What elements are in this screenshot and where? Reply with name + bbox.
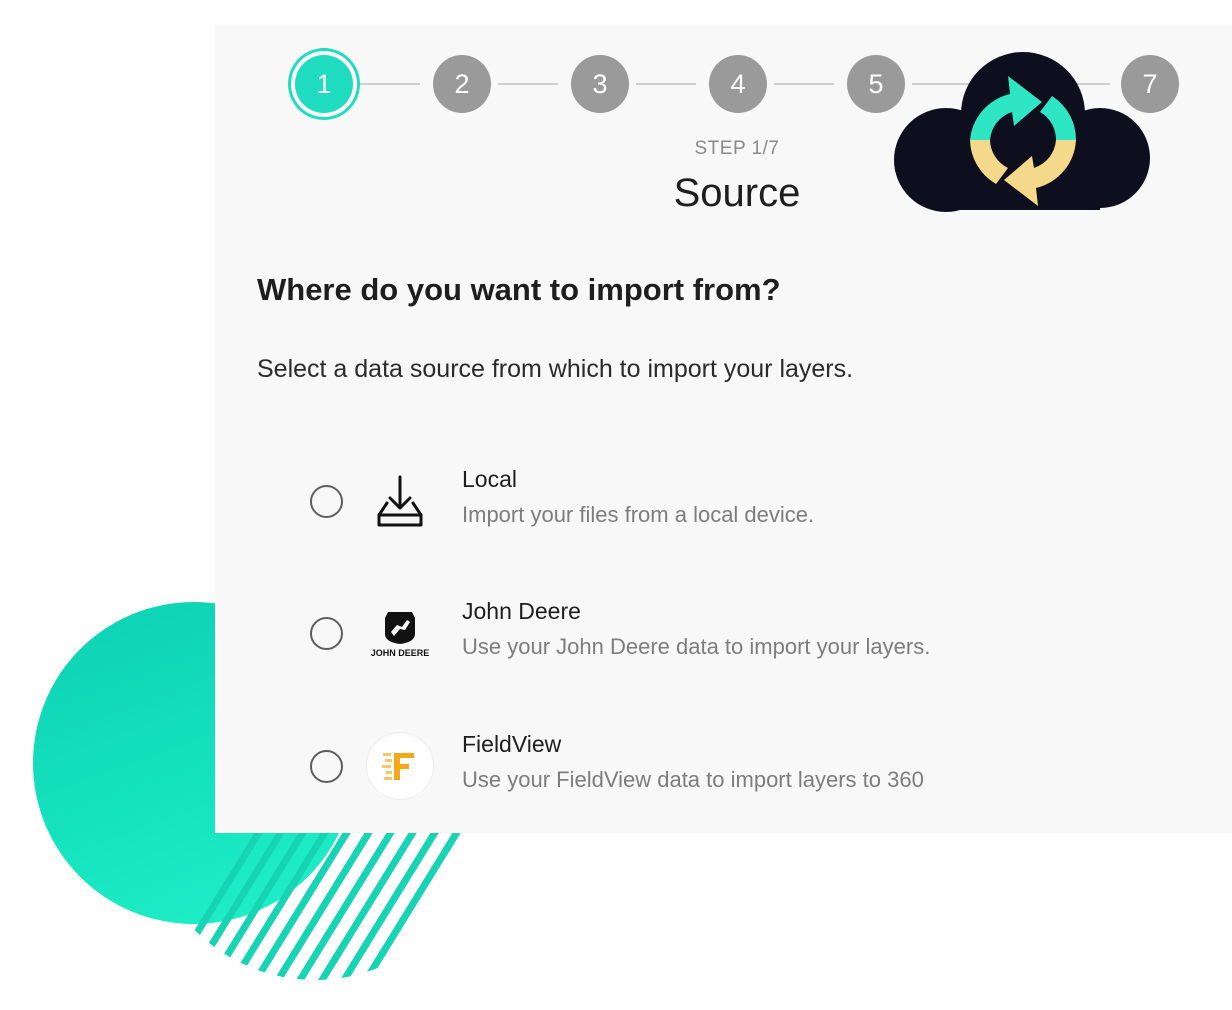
fieldview-logo: [365, 731, 435, 801]
john-deere-title: John Deere: [462, 598, 581, 624]
stepper-connector: [360, 83, 420, 85]
stepper-connector: [498, 83, 558, 85]
local-description: Import your files from a local device.: [462, 502, 815, 527]
john-deere-description: Use your John Deere data to import your …: [462, 634, 931, 659]
step-1[interactable]: 1: [295, 55, 353, 113]
source-option-local[interactable]: Local Import your files from a local dev…: [307, 466, 1167, 558]
cloud-sync-logo: [894, 52, 1150, 212]
local-radio[interactable]: [310, 485, 343, 518]
john-deere-radio[interactable]: [310, 617, 343, 650]
stepper-connector: [636, 83, 696, 85]
local-title: Local: [462, 466, 517, 492]
source-option-fieldview[interactable]: FieldView Use your FieldView data to imp…: [307, 731, 1167, 823]
fieldview-description: Use your FieldView data to import layers…: [462, 767, 924, 792]
john-deere-logo-text: JOHN DEERE: [371, 648, 430, 658]
fieldview-title: FieldView: [462, 731, 562, 757]
step-4[interactable]: 4: [709, 55, 767, 113]
download-tray-icon: [365, 466, 435, 536]
fieldview-radio[interactable]: [310, 750, 343, 783]
page-question: Where do you want to import from?: [257, 272, 781, 307]
step-2[interactable]: 2: [433, 55, 491, 113]
step-3[interactable]: 3: [571, 55, 629, 113]
source-option-john-deere[interactable]: JOHN DEERE John Deere Use your John Deer…: [307, 598, 1167, 690]
john-deere-logo: JOHN DEERE: [365, 598, 435, 668]
stepper-connector: [774, 83, 834, 85]
page-subtitle: Select a data source from which to impor…: [257, 355, 854, 383]
